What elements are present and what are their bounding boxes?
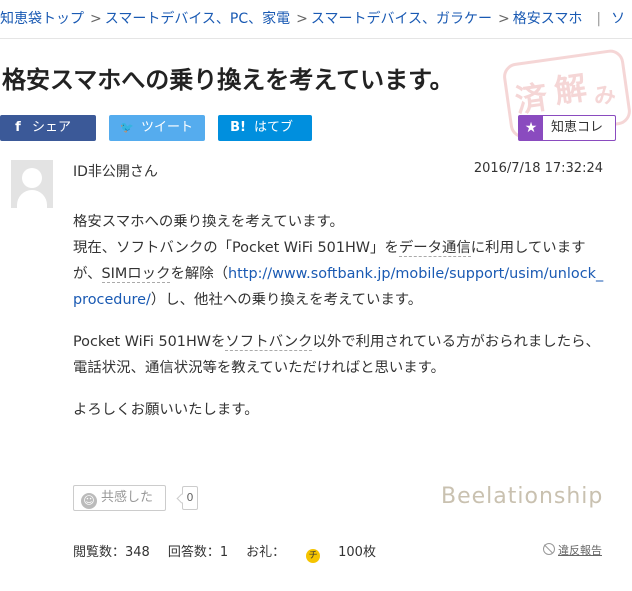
keyword-sim-lock[interactable]: SIMロック — [101, 266, 171, 283]
answer-count: 回答数：1 — [167, 545, 229, 560]
chie-collection-label: 知恵コレ — [551, 120, 604, 135]
view-count: 閲覧数：348 — [73, 545, 150, 560]
question-body: 格安スマホへの乗り換えを考えています。 現在、ソフトバンクの「Pocket Wi… — [73, 209, 608, 439]
prohibit-icon — [543, 543, 555, 555]
avatar — [11, 160, 53, 208]
post-datetime: 2016/7/18 17:32:24 — [473, 161, 603, 176]
breadcrumb-item-top[interactable]: 知恵袋トップ — [0, 11, 84, 27]
breadcrumb-divider: | — [596, 11, 602, 27]
hatena-label: はてブ — [254, 120, 294, 135]
chie-collection-button[interactable]: ★ 知恵コレ — [518, 115, 616, 141]
breadcrumb-separator: > — [90, 11, 102, 27]
empathy-label: 共感した — [101, 490, 154, 505]
body-text: ）し、他社への乗り換えを考えています。 — [150, 292, 423, 308]
reward-label: お礼： — [246, 545, 286, 560]
stamp-char: み — [591, 81, 618, 111]
reward-info: お礼： チ 100枚 — [246, 545, 394, 563]
star-icon: ★ — [519, 116, 543, 140]
breadcrumb-item-smart-garake[interactable]: スマートデバイス、ガラケー — [311, 11, 492, 27]
report-label: 違反報告 — [558, 544, 602, 557]
breadcrumb-item-smart-pc[interactable]: スマートデバイス、PC、家電 — [105, 11, 290, 27]
avatar-body — [17, 190, 47, 208]
twitter-bird-icon: 🐦 — [120, 121, 134, 134]
body-paragraph-3: よろしくお願いいたします。 — [73, 402, 259, 418]
avatar-head — [22, 168, 42, 188]
body-paragraph-1: 格安スマホへの乗り換えを考えています。 現在、ソフトバンクの「Pocket Wi… — [73, 209, 608, 313]
facebook-share-label: シェア — [32, 120, 72, 135]
body-text: 現在、ソフトバンクの「Pocket WiFi 501HW」を — [73, 240, 399, 256]
question-title: 格安スマホへの乗り換えを考えています。 — [2, 66, 454, 94]
breadcrumb-separator: > — [296, 11, 308, 27]
beelationship-logo: Beelationship — [441, 484, 604, 509]
smile-icon: ☺ — [81, 493, 97, 509]
asker-name: ID非公開さん — [73, 164, 158, 180]
hatena-icon: B! — [230, 120, 246, 135]
facebook-icon: f — [15, 120, 21, 135]
breadcrumb-separator: > — [498, 11, 510, 27]
report-link[interactable]: 違反報告 — [543, 542, 602, 558]
body-text: Pocket WiFi 501HWを — [73, 334, 226, 350]
hatena-bookmark-button[interactable]: B! はてブ — [218, 115, 312, 141]
body-text: を解除（ — [170, 266, 229, 282]
keyword-softbank[interactable]: ソフトバンク — [225, 334, 313, 351]
empathy-count: 0 — [182, 486, 198, 510]
coin-icon: チ — [306, 549, 321, 563]
breadcrumb-item-overflow[interactable]: ソ — [611, 11, 625, 27]
reward-value: 100枚 — [338, 545, 376, 560]
header-divider — [0, 38, 632, 39]
empathy-button[interactable]: ☺ 共感した — [73, 485, 166, 511]
facebook-share-button[interactable]: f シェア — [0, 115, 96, 141]
breadcrumb-item-kakuyasu[interactable]: 格安スマホ — [513, 11, 583, 27]
question-stats: 閲覧数：348 回答数：1 お礼： チ 100枚 — [73, 541, 394, 563]
keyword-data-tsushin[interactable]: データ通信 — [398, 240, 471, 257]
breadcrumb: 知恵袋トップ > スマートデバイス、PC、家電 > スマートデバイス、ガラケー > 格安スマ… — [0, 8, 632, 30]
tweet-label: ツイート — [141, 120, 194, 135]
stamp-char: 解 — [551, 68, 589, 111]
tweet-button[interactable]: 🐦 ツイート — [109, 115, 205, 141]
body-paragraph-2: Pocket WiFi 501HWをソフトバンク以外で利用されている方がおられま… — [73, 329, 608, 381]
body-text-line: 格安スマホへの乗り換えを考えています。 — [73, 214, 344, 230]
